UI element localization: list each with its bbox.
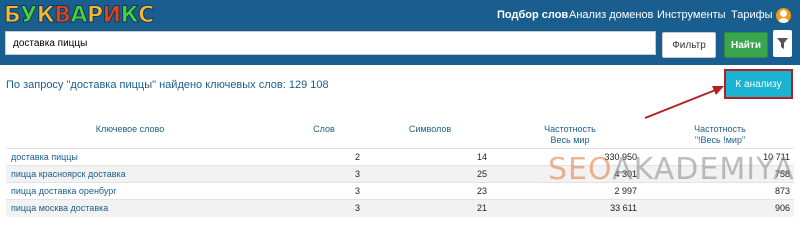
keyword-cell[interactable]: доставка пиццы — [11, 152, 78, 163]
nav-pricing[interactable]: Тарифы — [731, 9, 773, 21]
nav-tools[interactable]: Инструменты — [657, 9, 726, 21]
column-header-frequency-line1: Частотность — [544, 124, 596, 134]
logo-letter: И — [102, 3, 121, 29]
logo-letter: У — [20, 3, 38, 29]
nav-word-selection[interactable]: Подбор слов — [497, 9, 568, 21]
table-row: пицца москва доставка 3 21 33 611 906 — [6, 199, 794, 217]
column-header-frequency-exact-line1: Частотность — [694, 124, 746, 134]
results-summary: По запросу "доставка пиццы" найдено ключ… — [6, 79, 329, 91]
logo-letter: А — [70, 3, 88, 29]
column-header-frequency[interactable]: Частотность Весь мир — [525, 124, 615, 146]
watermark-akademiya: AKADEMIYA — [612, 152, 795, 187]
column-header-frequency-exact[interactable]: Частотность "!Весь !мир" — [670, 124, 770, 146]
find-button[interactable]: Найти — [724, 32, 768, 58]
filter-settings-button[interactable] — [773, 30, 792, 57]
keyword-cell[interactable]: пицца доставка оренбург — [11, 186, 117, 197]
filter-button[interactable]: Фильтр — [662, 32, 716, 58]
watermark-seo: SEO — [548, 152, 613, 187]
logo-letter: Р — [87, 3, 104, 29]
analyze-button[interactable]: К анализу — [724, 69, 793, 99]
logo-letter: Б — [3, 3, 21, 29]
keyword-cell[interactable]: пицца москва доставка — [11, 203, 108, 214]
symbols-cell: 23 — [476, 186, 487, 196]
column-header-frequency-line2: Весь мир — [550, 135, 590, 145]
column-header-words[interactable]: Слов — [294, 124, 354, 135]
words-cell: 2 — [354, 152, 360, 162]
words-cell: 3 — [354, 169, 360, 179]
watermark: SEOAKADEMIYA — [548, 152, 795, 187]
symbols-cell: 14 — [476, 152, 487, 162]
nav-domain-analysis[interactable]: Анализ доменов — [569, 9, 653, 21]
symbols-cell: 21 — [476, 203, 487, 213]
frequency-cell: 2 997 — [614, 186, 637, 196]
symbols-cell: 25 — [476, 169, 487, 179]
keyword-cell[interactable]: пицца красноярск доставка — [11, 169, 126, 180]
logo-letter: В — [54, 3, 72, 29]
top-bar: БУКВАРИКС Подбор слов Анализ доменов Инс… — [0, 0, 800, 65]
frequency-cell: 33 611 — [610, 203, 637, 213]
logo[interactable]: БУКВАРИКС — [3, 3, 155, 29]
column-header-symbols[interactable]: Символов — [390, 124, 470, 135]
frequency-exact-cell: 873 — [774, 186, 790, 196]
logo-letter: С — [138, 3, 155, 29]
words-cell: 3 — [354, 203, 360, 213]
filter-icon — [777, 38, 788, 49]
words-cell: 3 — [354, 186, 360, 196]
column-header-keyword[interactable]: Ключевое слово — [60, 124, 200, 135]
search-input[interactable] — [5, 31, 656, 55]
logo-letter: К — [120, 3, 139, 29]
user-icon[interactable] — [776, 8, 791, 23]
frequency-exact-cell: 906 — [774, 203, 790, 213]
logo-letter: К — [36, 3, 55, 29]
column-header-frequency-exact-line2: "!Весь !мир" — [694, 135, 746, 145]
